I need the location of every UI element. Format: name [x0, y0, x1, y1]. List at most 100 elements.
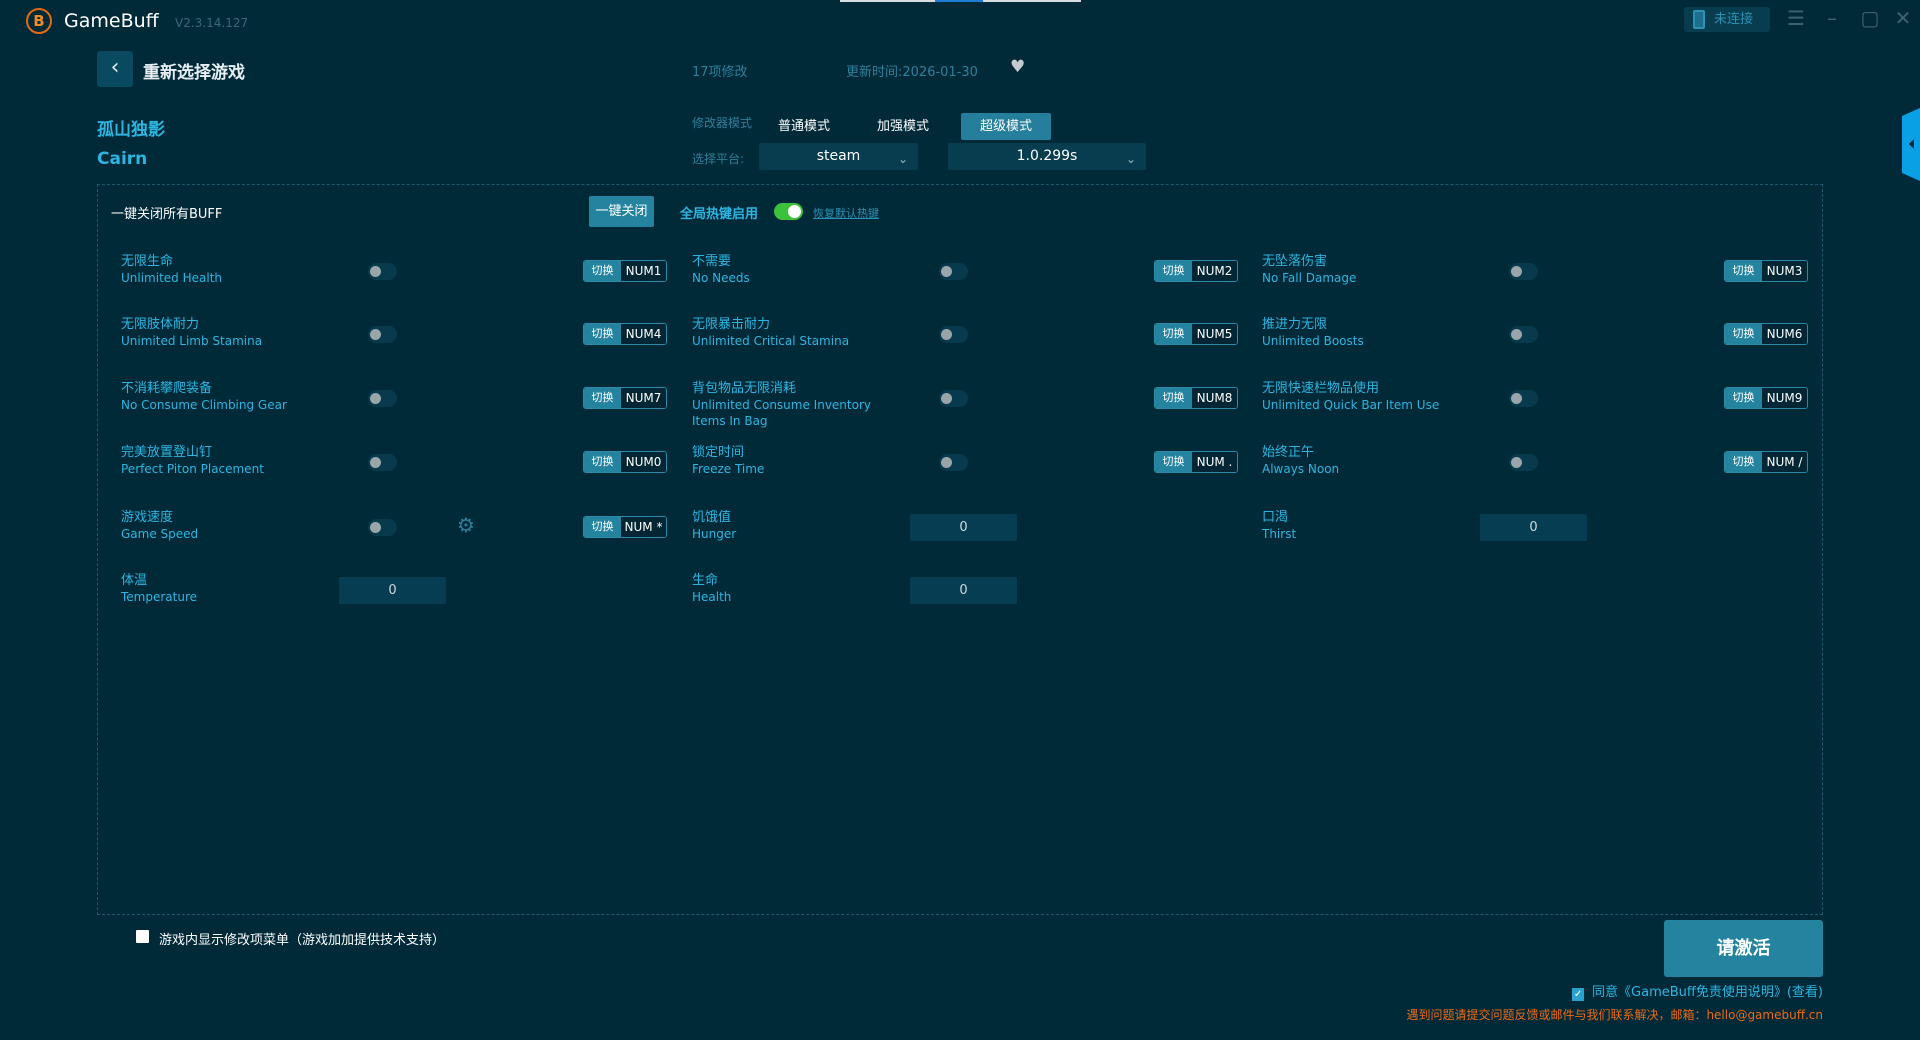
cheat-name-en: Thirst — [1262, 527, 1297, 541]
cheat-toggle[interactable] — [939, 390, 968, 407]
hotkey-button[interactable]: 切换 NUM5 — [1154, 323, 1238, 345]
cheat-name-en: Unlimited Consume Inventory Items In Bag — [692, 398, 871, 428]
value-input[interactable]: 0 — [910, 514, 1017, 541]
version-value: 1.0.299s — [1016, 148, 1078, 164]
hotkey-key: NUM1 — [621, 261, 666, 281]
app-version: V2.3.14.127 — [175, 16, 249, 30]
cheat-toggle[interactable] — [368, 390, 397, 407]
hotkey-key: NUM8 — [1192, 388, 1237, 408]
platform-select[interactable]: steam ⌄ — [759, 143, 918, 170]
cheat-name-en: Unimited Limb Stamina — [121, 334, 263, 348]
maximize-icon[interactable]: ▢ — [1857, 6, 1883, 30]
cheat-toggle[interactable] — [368, 454, 397, 471]
cheat-toggle[interactable] — [939, 326, 968, 343]
menu-icon[interactable]: ☰ — [1783, 6, 1809, 30]
ingame-menu-checkbox[interactable] — [136, 930, 149, 943]
cheat-toggle[interactable] — [1509, 454, 1538, 471]
mode-normal[interactable]: 普通模式 — [762, 113, 846, 140]
hotkey-switch-label: 切换 — [1155, 388, 1192, 408]
close-all-button[interactable]: 一键关闭 — [589, 196, 654, 227]
activate-button[interactable]: 请激活 — [1664, 920, 1823, 977]
cheat-toggle[interactable] — [368, 519, 397, 536]
hotkey-key: NUM * — [621, 517, 666, 537]
value-input[interactable]: 0 — [339, 577, 446, 604]
hotkey-switch-label: 切换 — [1155, 261, 1192, 281]
ingame-menu-label: 游戏内显示修改项菜单（游戏加加提供技术支持） — [159, 933, 446, 948]
cheat-name-cn: 无坠落伤害 — [1262, 254, 1328, 269]
cheat-item: 体温 Temperature — [121, 572, 197, 612]
cheat-toggle[interactable] — [1509, 390, 1538, 407]
chevron-down-icon: ⌄ — [897, 152, 908, 166]
mod-count: 17项修改 — [692, 65, 748, 80]
minimize-icon[interactable]: – — [1819, 6, 1845, 30]
global-hotkey-switch[interactable] — [774, 203, 803, 220]
hotkey-button[interactable]: 切换 NUM2 — [1154, 260, 1238, 282]
back-button[interactable]: ‹ — [97, 51, 133, 87]
restore-default-hotkeys-link[interactable]: 恢复默认热键 — [813, 205, 879, 221]
hotkey-button[interactable]: 切换 NUM9 — [1724, 387, 1808, 409]
cheat-toggle[interactable] — [939, 454, 968, 471]
hotkey-button[interactable]: 切换 NUM1 — [583, 260, 667, 282]
cheat-name-cn: 饥饿值 — [692, 510, 732, 525]
gear-icon[interactable]: ⚙ — [457, 513, 475, 537]
close-icon[interactable]: ✕ — [1890, 6, 1916, 30]
cheat-panel — [97, 184, 1823, 915]
hotkey-button[interactable]: 切换 NUM4 — [583, 323, 667, 345]
gamebuff-logo-icon: B — [26, 8, 52, 34]
cheat-name-en: Perfect Piton Placement — [121, 462, 264, 476]
agree-row: ✓ 同意《GameBuff免责使用说明》(查看) — [1572, 981, 1823, 1001]
cheat-item: 不需要 No Needs — [692, 253, 750, 293]
hotkey-button[interactable]: 切换 NUM6 — [1724, 323, 1808, 345]
agree-link[interactable]: 同意《GameBuff免责使用说明》(查看) — [1592, 985, 1823, 1000]
cheat-name-cn: 无限快速栏物品使用 — [1262, 381, 1380, 396]
cheat-name-cn: 生命 — [692, 573, 719, 588]
platform-value: steam — [816, 148, 861, 164]
version-select[interactable]: 1.0.299s ⌄ — [948, 143, 1146, 170]
cheat-name-en: Game Speed — [121, 527, 199, 541]
connect-status: 未连接 — [1714, 12, 1754, 27]
hotkey-switch-label: 切换 — [584, 388, 621, 408]
cheat-item: 饥饿值 Hunger — [692, 509, 736, 549]
cheat-name-en: Temperature — [121, 590, 198, 604]
hotkey-switch-label: 切换 — [1725, 388, 1762, 408]
hotkey-button[interactable]: 切换 NUM3 — [1724, 260, 1808, 282]
cheat-toggle[interactable] — [1509, 263, 1538, 280]
hotkey-switch-label: 切换 — [584, 324, 621, 344]
cheat-item: 口渴 Thirst — [1262, 509, 1296, 549]
game-name-en: Cairn — [97, 149, 148, 169]
hotkey-button[interactable]: 切换 NUM0 — [583, 451, 667, 473]
side-panel-toggle[interactable] — [1902, 108, 1920, 181]
hotkey-button[interactable]: 切换 NUM / — [1724, 451, 1808, 473]
hotkey-button[interactable]: 切换 NUM . — [1154, 451, 1238, 473]
agree-checkbox[interactable]: ✓ — [1572, 988, 1585, 1001]
chevron-down-icon: ⌄ — [1125, 152, 1136, 166]
hotkey-key: NUM . — [1192, 452, 1237, 472]
phone-connect-button[interactable]: 未连接 — [1684, 7, 1770, 32]
cheat-toggle[interactable] — [368, 326, 397, 343]
mode-label: 修改器模式 — [692, 116, 753, 130]
reselect-game-label[interactable]: 重新选择游戏 — [143, 58, 245, 83]
cheat-item: 无限暴击耐力 Unlimited Critical Stamina — [692, 316, 849, 356]
cheat-item: 无限生命 Unlimited Health — [121, 253, 222, 293]
cheat-item: 完美放置登山钉 Perfect Piton Placement — [121, 444, 264, 484]
cheat-name-cn: 无限生命 — [121, 254, 174, 269]
value-input[interactable]: 0 — [910, 577, 1017, 604]
cheat-name-cn: 背包物品无限消耗 — [692, 381, 797, 396]
game-name-cn: 孤山独影 — [97, 120, 165, 140]
favorite-heart-icon[interactable]: ♥ — [1010, 57, 1025, 77]
mode-enhanced[interactable]: 加强模式 — [861, 113, 945, 140]
global-hotkey-label: 全局热键启用 — [680, 207, 759, 222]
hotkey-key: NUM0 — [621, 452, 666, 472]
mode-super[interactable]: 超级模式 — [961, 113, 1051, 140]
hotkey-key: NUM6 — [1762, 324, 1807, 344]
hotkey-button[interactable]: 切换 NUM7 — [583, 387, 667, 409]
cheat-toggle[interactable] — [1509, 326, 1538, 343]
hotkey-key: NUM3 — [1762, 261, 1807, 281]
value-input[interactable]: 0 — [1480, 514, 1587, 541]
cheat-toggle[interactable] — [368, 263, 397, 280]
hotkey-button[interactable]: 切换 NUM * — [583, 516, 667, 538]
cheat-name-en: Unlimited Health — [121, 271, 223, 285]
cheat-toggle[interactable] — [939, 263, 968, 280]
cheat-item: 不消耗攀爬装备 No Consume Climbing Gear — [121, 380, 287, 420]
hotkey-button[interactable]: 切换 NUM8 — [1154, 387, 1238, 409]
